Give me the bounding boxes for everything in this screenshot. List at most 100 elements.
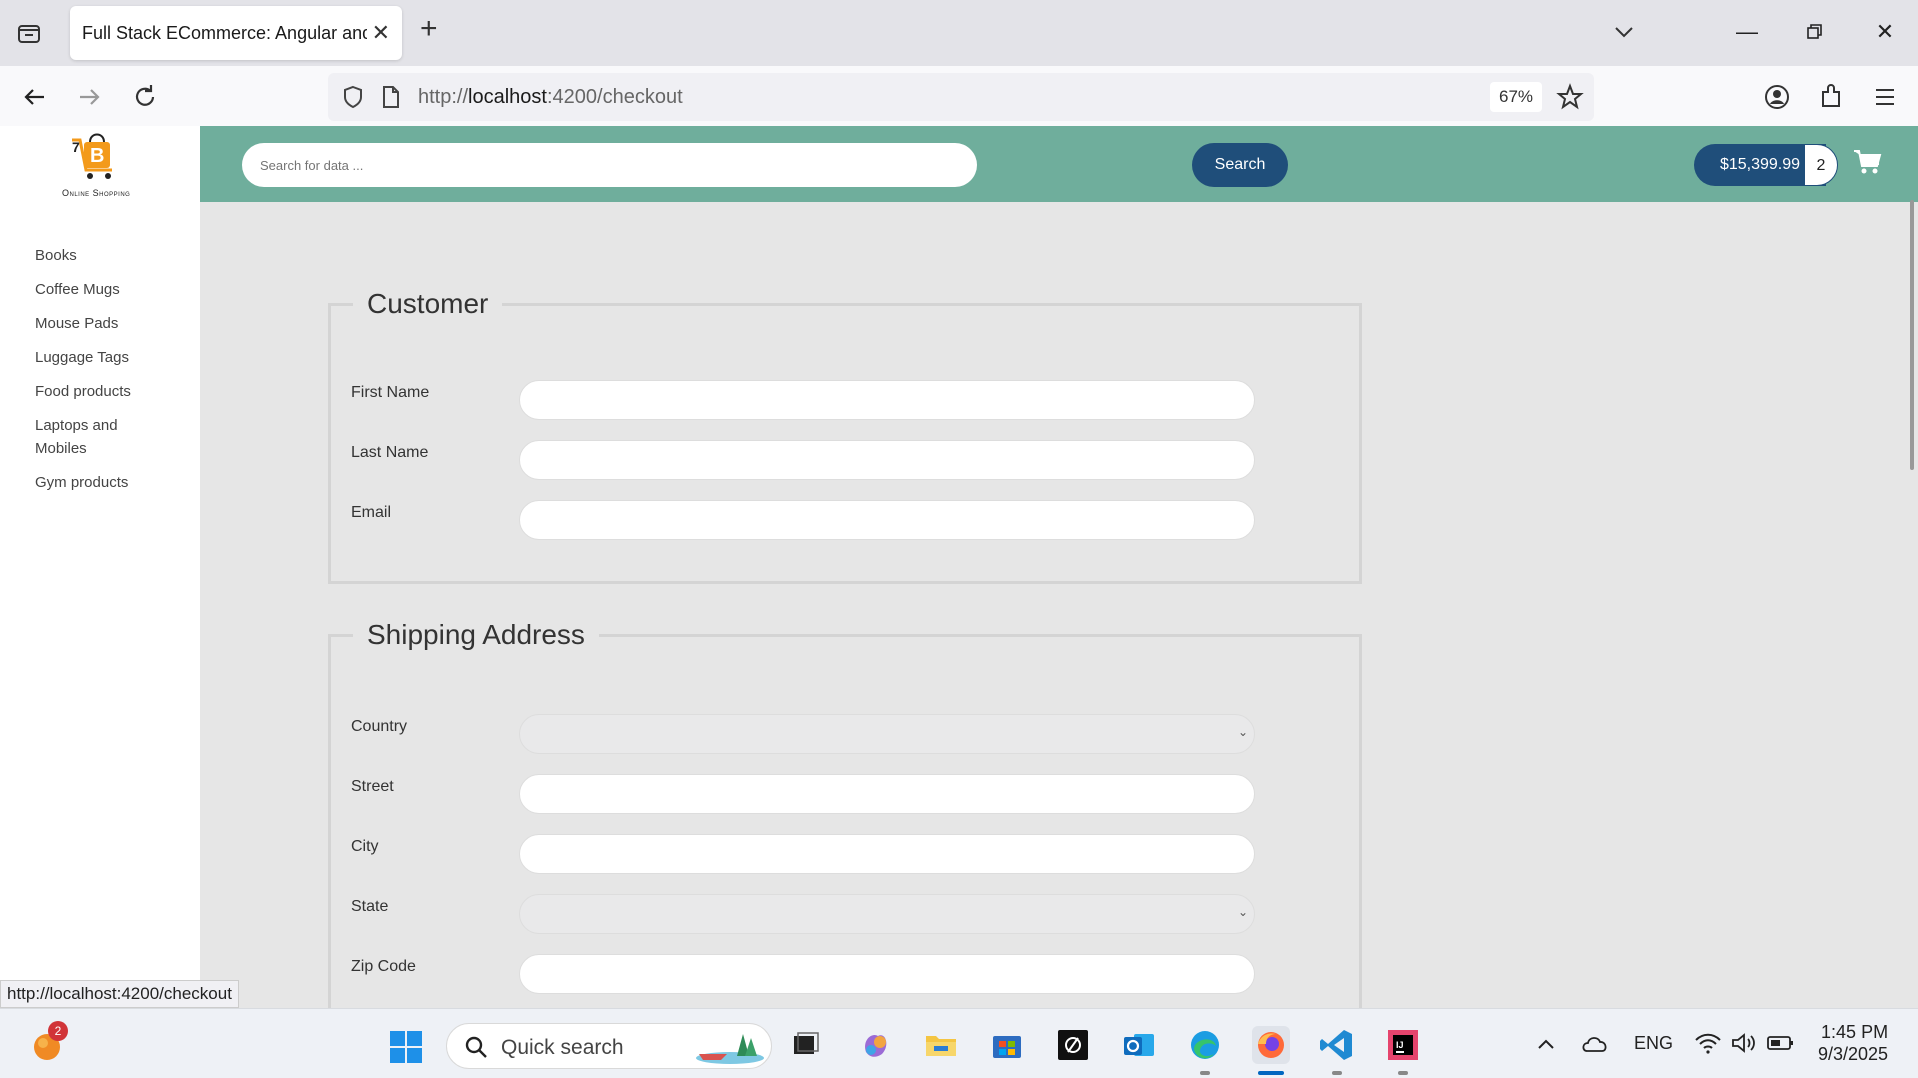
shopping-cart-logo-icon: B 7 — [72, 133, 112, 179]
search-icon — [463, 1034, 489, 1065]
browser-tab-bar: Full Stack ECommerce: Angular and ✕ + — … — [0, 0, 1918, 66]
site-header: Search $15,399.99 2 — [200, 126, 1918, 202]
field-label: Email — [351, 504, 392, 521]
page-info-icon[interactable] — [380, 84, 402, 115]
customer-section-title: Customer — [367, 288, 489, 319]
category-item[interactable]: Food products — [35, 380, 155, 403]
field-label: State — [351, 898, 389, 915]
account-icon[interactable] — [1760, 80, 1794, 114]
url-scheme: http:// — [418, 86, 469, 108]
bookmark-star-icon[interactable] — [1556, 83, 1584, 116]
country-select[interactable]: ⌄ — [519, 714, 1255, 754]
form-row-street: Street — [351, 774, 1351, 814]
field-label: First Name — [351, 384, 430, 401]
email-input[interactable] — [519, 500, 1255, 540]
logo-text: Online Shopping — [62, 188, 131, 198]
intellij-icon[interactable]: IJ — [1384, 1026, 1422, 1064]
category-list: Books Coffee Mugs Mouse Pads Luggage Tag… — [35, 244, 155, 505]
restore-icon[interactable] — [1800, 14, 1830, 50]
tab-list-icon[interactable] — [14, 18, 44, 48]
browser-tab-active[interactable]: Full Stack ECommerce: Angular and ✕ — [70, 6, 402, 60]
link-status-tooltip: http://localhost:4200/checkout — [0, 980, 239, 1008]
volume-icon[interactable] — [1730, 1031, 1758, 1060]
outlook-icon[interactable] — [1120, 1026, 1158, 1064]
system-clock[interactable]: 1:45 PM 9/3/2025 — [1818, 1021, 1888, 1065]
page-scrollbar[interactable] — [1910, 200, 1914, 470]
store-logo[interactable]: B 7 Online Shopping — [50, 128, 150, 204]
terminal-app-icon[interactable] — [1054, 1026, 1092, 1064]
extensions-icon[interactable] — [1814, 80, 1848, 114]
battery-icon[interactable] — [1766, 1033, 1796, 1058]
show-hidden-icons-chevron-up-icon[interactable] — [1534, 1033, 1558, 1060]
field-label: Country — [351, 718, 408, 735]
file-explorer-icon[interactable] — [922, 1026, 960, 1064]
form-row-country: Country ⌄ — [351, 714, 1351, 754]
form-row-state: State ⌄ — [351, 894, 1351, 934]
shopping-cart-icon[interactable] — [1852, 148, 1882, 176]
zip-code-input[interactable] — [519, 954, 1255, 994]
search-button[interactable]: Search — [1192, 143, 1288, 187]
close-window-icon[interactable]: ✕ — [1870, 14, 1900, 50]
field-label: City — [351, 838, 379, 855]
city-input[interactable] — [519, 834, 1255, 874]
url-bar[interactable]: http://localhost:4200/checkout 67% — [328, 73, 1594, 121]
url-text[interactable]: http://localhost:4200/checkout — [418, 86, 683, 109]
shipping-address-section: Shipping Address Country ⌄ Street City S… — [328, 619, 1362, 1039]
forward-icon[interactable] — [72, 80, 106, 114]
app-running-indicator — [1398, 1071, 1408, 1075]
svg-text:7: 7 — [72, 139, 80, 155]
edge-icon[interactable] — [1186, 1026, 1224, 1064]
state-select[interactable]: ⌄ — [519, 894, 1255, 934]
category-item[interactable]: Gym products — [35, 471, 155, 494]
category-item[interactable]: Coffee Mugs — [35, 278, 155, 301]
last-name-input[interactable] — [519, 440, 1255, 480]
wifi-icon[interactable] — [1694, 1031, 1722, 1060]
field-label: Street — [351, 778, 394, 795]
category-sidebar: B 7 Online Shopping Books Coffee Mugs Mo… — [0, 126, 200, 1008]
task-view-icon[interactable] — [786, 1026, 824, 1064]
search-input[interactable] — [242, 143, 977, 187]
new-tab-icon[interactable]: + — [420, 14, 438, 44]
copilot-icon[interactable] — [856, 1026, 894, 1064]
form-row-city: City — [351, 834, 1351, 874]
back-icon[interactable] — [18, 80, 52, 114]
browser-nav-bar: http://localhost:4200/checkout 67% — [0, 66, 1918, 126]
firefox-icon[interactable] — [1252, 1026, 1290, 1064]
chevron-down-icon[interactable] — [1610, 18, 1638, 46]
field-label: Zip Code — [351, 958, 416, 975]
minimize-icon[interactable]: — — [1732, 14, 1762, 50]
customer-section: Customer First Name Last Name Email — [328, 288, 1362, 584]
app-running-indicator — [1332, 1071, 1342, 1075]
url-path: :4200/checkout — [546, 86, 683, 108]
svg-text:B: B — [90, 145, 104, 167]
notification-badge: 2 — [48, 1021, 68, 1041]
category-item[interactable]: Luggage Tags — [35, 346, 155, 369]
street-input[interactable] — [519, 774, 1255, 814]
vscode-icon[interactable] — [1318, 1026, 1356, 1064]
chevron-down-icon: ⌄ — [1237, 725, 1248, 739]
shipping-section-title: Shipping Address — [367, 619, 585, 650]
microsoft-store-icon[interactable] — [988, 1026, 1026, 1064]
zoom-level-button[interactable]: 67% — [1490, 82, 1542, 112]
taskbar-search-box[interactable]: Quick search — [446, 1023, 772, 1069]
category-item[interactable]: Books — [35, 244, 155, 267]
cart-count-badge[interactable]: 2 — [1804, 144, 1838, 186]
menu-icon[interactable] — [1868, 80, 1902, 114]
svg-text:IJ: IJ — [1396, 1040, 1404, 1050]
tab-title: Full Stack ECommerce: Angular and — [82, 23, 367, 43]
first-name-input[interactable] — [519, 380, 1255, 420]
clock-time: 1:45 PM — [1821, 1022, 1889, 1042]
language-indicator[interactable]: ENG — [1634, 1033, 1673, 1054]
search-highlight-icon — [693, 1028, 767, 1071]
category-item[interactable]: Laptops and Mobiles — [35, 414, 155, 460]
category-item[interactable]: Mouse Pads — [35, 312, 155, 335]
reload-icon[interactable] — [128, 80, 162, 114]
shield-icon[interactable] — [340, 84, 366, 115]
tab-close-icon[interactable]: ✕ — [372, 20, 390, 46]
taskbar-search-text: Quick search — [501, 1036, 624, 1059]
onedrive-cloud-icon[interactable] — [1580, 1031, 1610, 1060]
form-row-first-name: First Name — [351, 380, 1351, 420]
windows-start-icon[interactable] — [388, 1029, 424, 1065]
form-row-zip-code: Zip Code — [351, 954, 1351, 994]
field-label: Last Name — [351, 444, 429, 461]
